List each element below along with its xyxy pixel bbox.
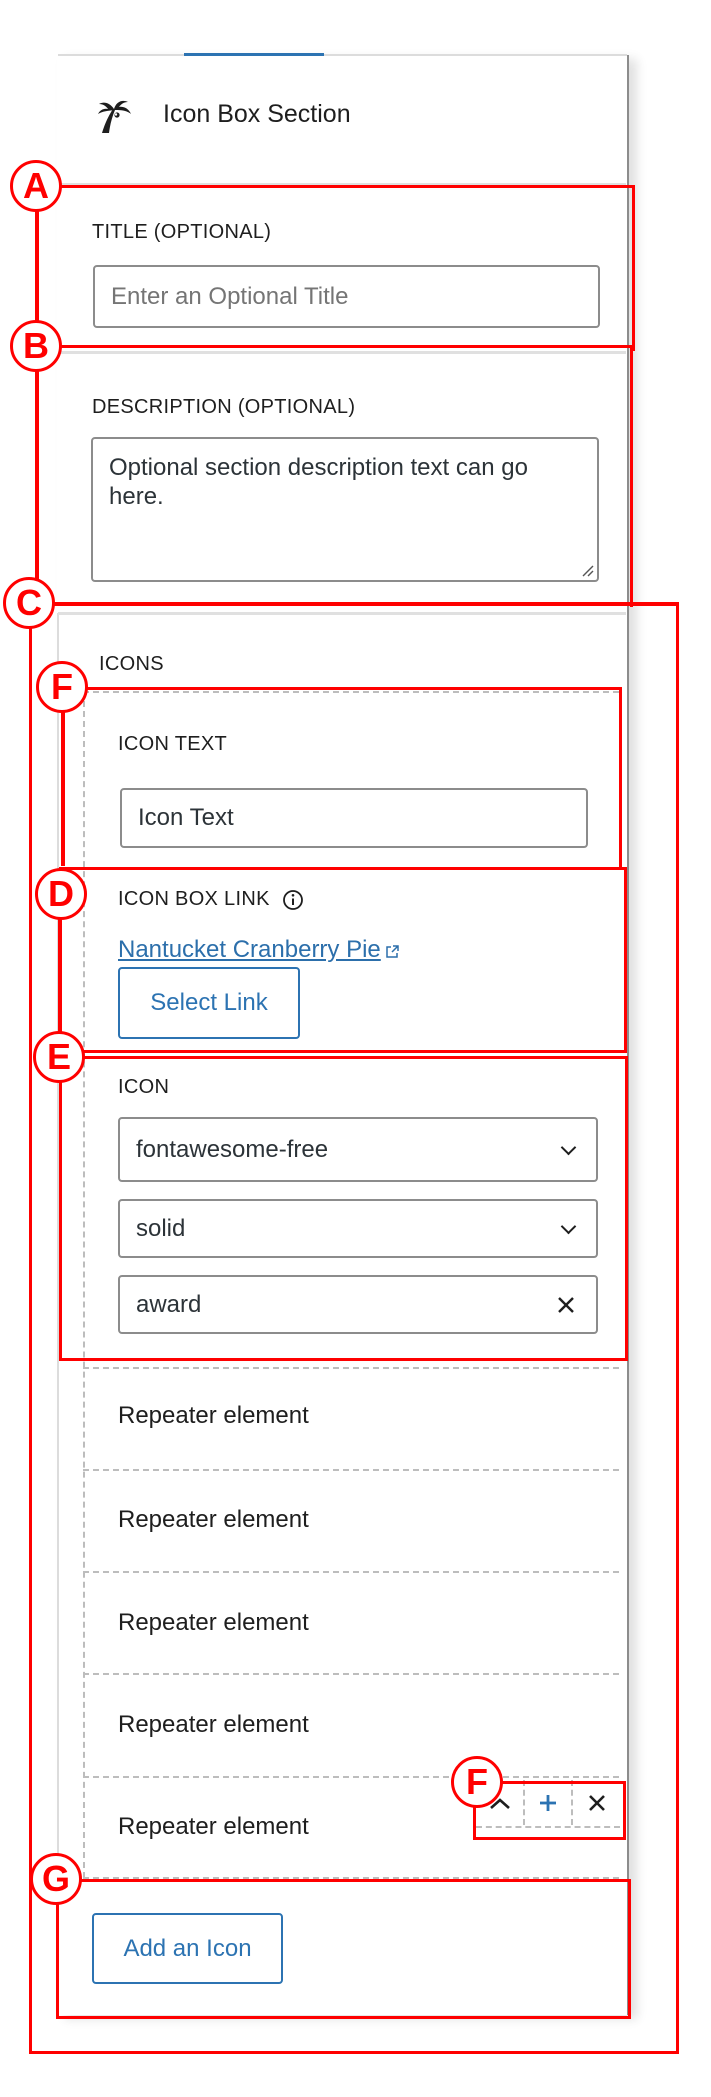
annotation-box-b bbox=[36, 345, 633, 607]
annotation-badge-g: G bbox=[30, 1853, 82, 1905]
section-title: Icon Box Section bbox=[163, 100, 351, 128]
annotation-badge-d: D bbox=[35, 868, 87, 920]
annotation-box-f bbox=[61, 687, 622, 870]
annotation-badge-a: A bbox=[10, 160, 62, 212]
tab-active-indicator[interactable] bbox=[184, 53, 324, 56]
annotation-badge-f: F bbox=[36, 661, 88, 713]
annotation-badge-e: E bbox=[33, 1031, 85, 1083]
annotation-leader-f bbox=[61, 700, 65, 866]
tab-bar bbox=[58, 54, 627, 56]
annotation-badge-c: C bbox=[3, 577, 55, 629]
annotation-box-g bbox=[56, 1879, 631, 2019]
annotation-leader-b bbox=[35, 360, 39, 603]
annotation-badge-b: B bbox=[10, 320, 62, 372]
annotation-badge-f-toolbar: F bbox=[451, 1756, 503, 1808]
annotation-box-a bbox=[36, 185, 635, 351]
palm-tree-icon bbox=[96, 95, 132, 133]
annotation-box-e bbox=[59, 1056, 628, 1361]
annotation-box-d bbox=[59, 867, 627, 1053]
annotation-box-c-top bbox=[29, 602, 679, 606]
annotation-leader-a bbox=[35, 200, 39, 340]
